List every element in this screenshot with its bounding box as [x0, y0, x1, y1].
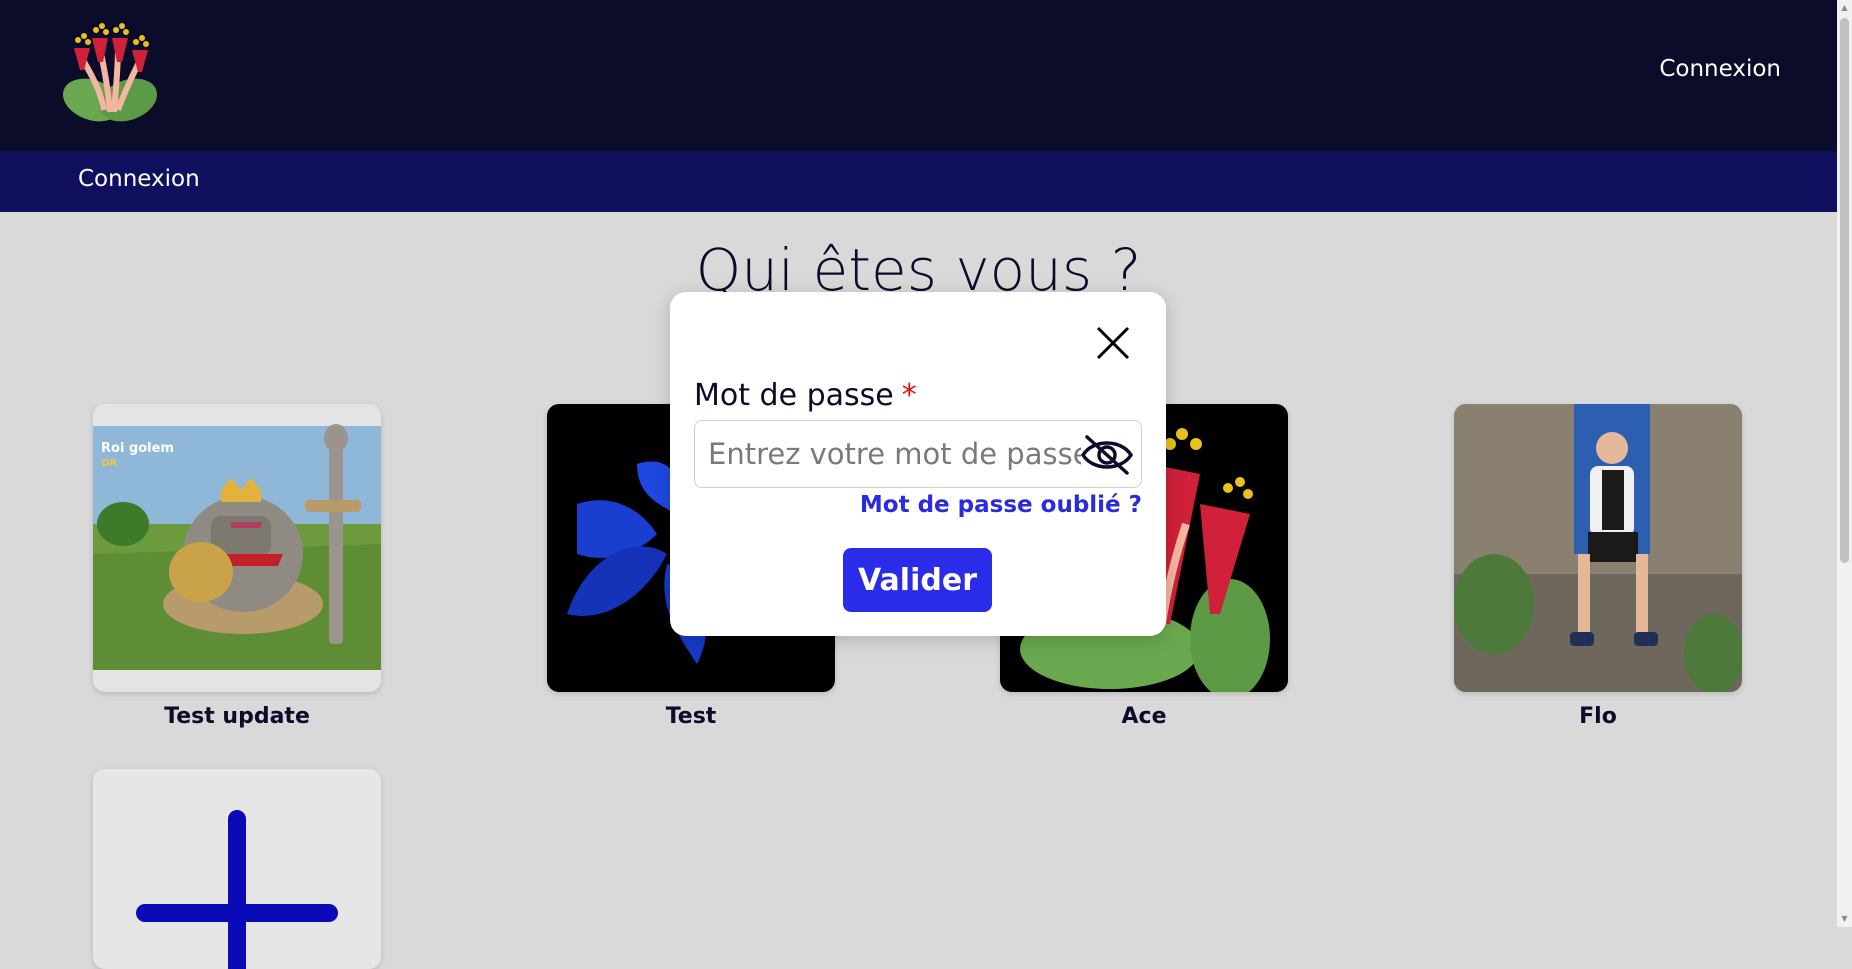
required-mark: *	[901, 378, 917, 413]
scroll-down-icon[interactable]: ▼	[1840, 914, 1849, 924]
submit-button[interactable]: Valider	[843, 548, 992, 612]
scroll-thumb[interactable]	[1840, 18, 1849, 563]
password-label: Mot de passe *	[694, 378, 917, 413]
eye-off-icon[interactable]	[1080, 433, 1134, 477]
close-icon[interactable]	[1094, 324, 1132, 362]
forgot-password-link[interactable]: Mot de passe oublié ?	[860, 492, 1142, 518]
password-modal: Mot de passe * Mot de passe oublié ? Vali…	[670, 292, 1166, 636]
password-input[interactable]	[695, 421, 1141, 487]
scroll-up-icon[interactable]: ▲	[1840, 3, 1849, 13]
password-label-text: Mot de passe	[694, 378, 894, 413]
vertical-scrollbar[interactable]: ▲ ▼	[1837, 0, 1852, 927]
password-field-wrapper	[694, 420, 1142, 488]
